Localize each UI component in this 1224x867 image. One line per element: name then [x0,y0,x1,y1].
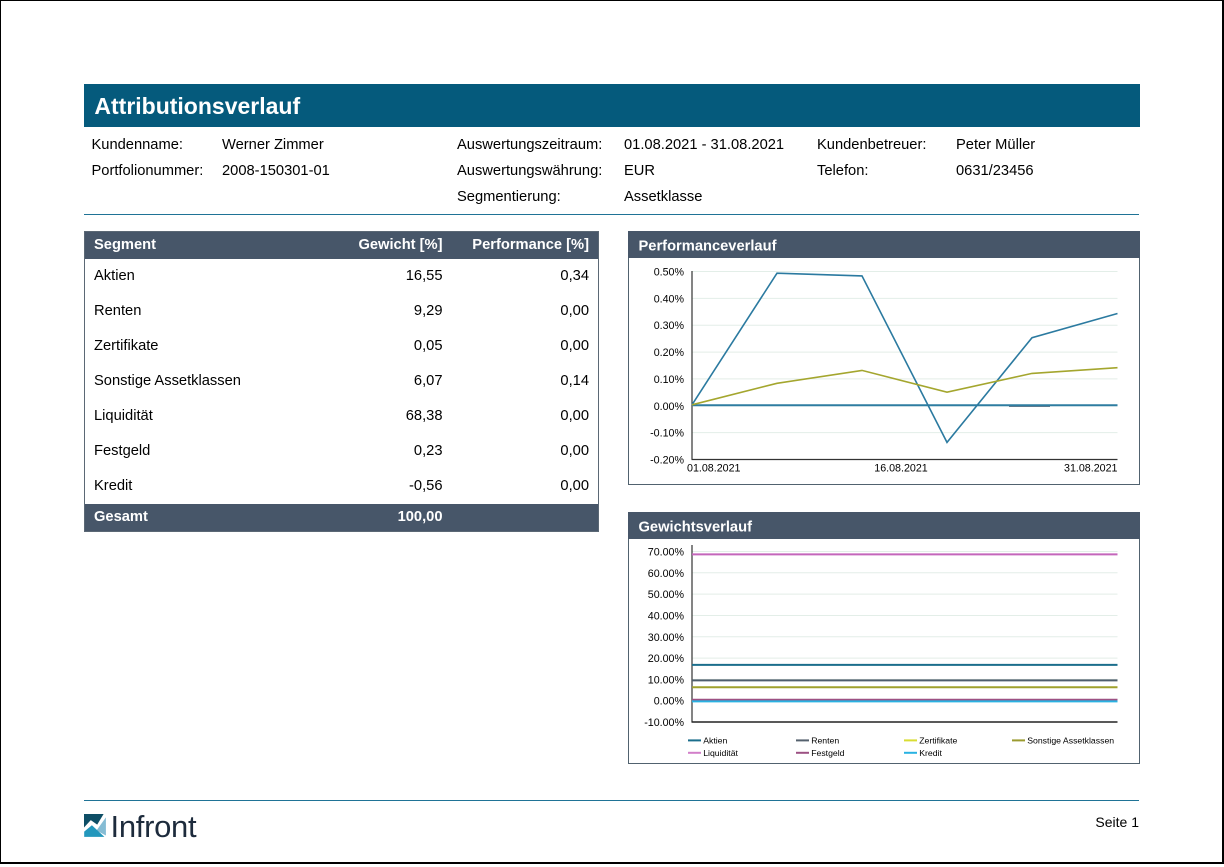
svg-text:20.00%: 20.00% [648,653,685,665]
svg-text:Performanceverlauf: Performanceverlauf [639,238,777,254]
svg-text:Zertifikate: Zertifikate [919,735,957,745]
svg-text:0.00%: 0.00% [654,401,685,413]
svg-text:-0.20%: -0.20% [650,455,684,467]
svg-text:10.00%: 10.00% [648,674,685,686]
svg-text:0.20%: 0.20% [654,347,685,359]
svg-text:16.08.2021: 16.08.2021 [874,463,928,475]
svg-text:-10.00%: -10.00% [644,717,684,729]
svg-text:Gewichtsverlauf: Gewichtsverlauf [639,519,753,535]
svg-text:30.00%: 30.00% [648,632,685,644]
svg-text:Kredit: Kredit [919,748,942,758]
svg-text:0.50%: 0.50% [654,267,685,279]
svg-text:Sonstige Assetklassen: Sonstige Assetklassen [1027,735,1114,745]
svg-text:0.40%: 0.40% [654,293,685,305]
svg-text:Aktien: Aktien [703,735,727,745]
svg-text:50.00%: 50.00% [648,589,685,601]
svg-text:0.10%: 0.10% [654,374,685,386]
svg-text:60.00%: 60.00% [648,568,685,580]
svg-text:Liquidität: Liquidität [703,748,738,758]
svg-text:Renten: Renten [811,735,839,745]
svg-text:0.30%: 0.30% [654,320,685,332]
svg-text:31.08.2021: 31.08.2021 [1064,463,1118,475]
svg-text:40.00%: 40.00% [648,611,685,623]
svg-text:0.00%: 0.00% [654,696,685,708]
svg-text:Festgeld: Festgeld [811,748,844,758]
svg-text:01.08.2021: 01.08.2021 [687,463,741,475]
svg-text:70.00%: 70.00% [648,547,685,559]
svg-text:-0.10%: -0.10% [650,428,684,440]
